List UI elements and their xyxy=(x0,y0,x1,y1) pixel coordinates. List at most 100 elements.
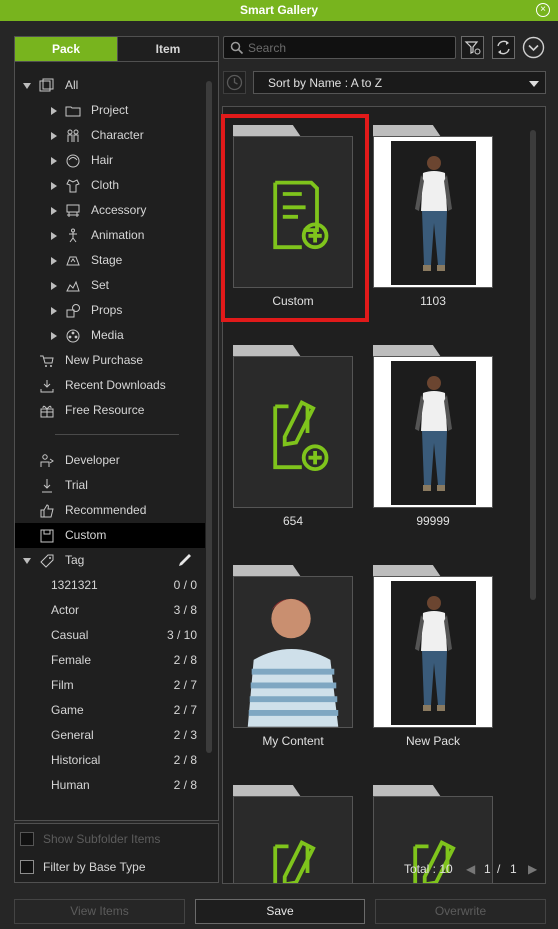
edit-document-icon xyxy=(273,840,316,883)
tag-label: 1321321 xyxy=(51,578,98,592)
cloth-icon xyxy=(66,179,80,193)
tree-item-set[interactable]: Set xyxy=(15,273,205,298)
overwrite-button[interactable]: Overwrite xyxy=(375,899,546,924)
tab-pack[interactable]: Pack xyxy=(15,37,117,61)
tree-item-developer[interactable]: Developer xyxy=(15,448,205,473)
props-icon xyxy=(66,304,80,318)
tag-count: 2 / 3 xyxy=(173,728,197,742)
gallery-item[interactable]: My Content xyxy=(233,565,353,755)
tag-label: Historical xyxy=(51,753,101,767)
search-field[interactable]: Search xyxy=(223,36,456,59)
tree-item-hair[interactable]: Hair xyxy=(15,148,205,173)
tree-item-new-purchase[interactable]: New Purchase xyxy=(15,348,205,373)
expand-arrow-icon[interactable] xyxy=(51,107,57,115)
refresh-button[interactable] xyxy=(492,36,515,59)
tree-item-props[interactable]: Props xyxy=(15,298,205,323)
expand-arrow-icon[interactable] xyxy=(51,207,57,215)
folder-icon xyxy=(65,106,81,117)
tag-count: 3 / 10 xyxy=(166,628,197,642)
tag-count: 2 / 8 xyxy=(173,653,197,667)
item-label: 99999 xyxy=(416,514,450,528)
tree-item-label: Free Resource xyxy=(65,403,145,417)
next-page-icon[interactable]: ▶ xyxy=(528,862,537,876)
search-icon xyxy=(230,41,244,55)
tree-item-label: Props xyxy=(91,303,123,317)
tag-item[interactable]: Actor 3 / 8 xyxy=(15,598,205,623)
edit-tag-icon[interactable] xyxy=(177,552,193,568)
gallery-scrollbar[interactable] xyxy=(530,130,536,600)
custom-icon xyxy=(40,529,54,543)
woman-figure-icon xyxy=(415,156,452,271)
tree-item-recent-downloads[interactable]: Recent Downloads xyxy=(15,373,205,398)
tree-item-stage[interactable]: Stage xyxy=(15,248,205,273)
item-thumbnail xyxy=(373,576,493,728)
expand-arrow-icon[interactable] xyxy=(51,132,57,140)
tree-item-label: Animation xyxy=(91,228,145,242)
gallery-item[interactable]: New Pack xyxy=(373,565,493,755)
trial-icon xyxy=(42,479,52,493)
filter-button[interactable] xyxy=(461,36,484,59)
tag-item[interactable]: Human 2 / 8 xyxy=(15,773,205,798)
tree-item-cloth[interactable]: Cloth xyxy=(15,173,205,198)
character-preview xyxy=(391,141,476,285)
tag-item[interactable]: Historical 2 / 8 xyxy=(15,748,205,773)
tag-item[interactable]: Game 2 / 7 xyxy=(15,698,205,723)
item-thumbnail xyxy=(373,136,493,288)
tag-item[interactable]: Film 2 / 7 xyxy=(15,673,205,698)
page-current: 1 xyxy=(484,862,491,876)
tag-item[interactable]: Female 2 / 8 xyxy=(15,648,205,673)
filter-base-checkbox[interactable] xyxy=(20,860,34,874)
tag-icon xyxy=(40,554,54,568)
prev-page-icon[interactable]: ◀ xyxy=(466,862,475,876)
tab-item[interactable]: Item xyxy=(117,37,218,61)
character-icon xyxy=(67,129,79,142)
tag-item[interactable]: 1321321 0 / 0 xyxy=(15,573,205,598)
expand-arrow-icon[interactable] xyxy=(51,307,57,315)
tree-item-custom[interactable]: Custom xyxy=(15,523,205,548)
tree-item-tag[interactable]: Tag xyxy=(15,548,205,573)
expand-arrow-icon[interactable] xyxy=(51,257,57,265)
gallery-item[interactable]: 1103 xyxy=(373,125,493,315)
tree-item-all[interactable]: All xyxy=(15,73,205,98)
expand-arrow-icon[interactable] xyxy=(51,182,57,190)
expand-arrow-icon[interactable] xyxy=(51,282,57,290)
item-label: 654 xyxy=(282,514,304,528)
expand-arrow-icon[interactable] xyxy=(51,232,57,240)
tree-item-recommended[interactable]: Recommended xyxy=(15,498,205,523)
left-scrollbar[interactable] xyxy=(206,81,212,753)
tree-item-media[interactable]: Media xyxy=(15,323,205,348)
woman-figure-icon xyxy=(415,596,452,711)
man-avatar-icon xyxy=(247,598,339,727)
show-subfolder-checkbox[interactable] xyxy=(20,832,34,846)
sort-dropdown[interactable]: Sort by Name : A to Z xyxy=(253,71,546,94)
tag-label: Actor xyxy=(51,603,80,617)
collapse-arrow-icon[interactable] xyxy=(23,83,31,89)
gallery-item[interactable] xyxy=(233,785,353,883)
tag-count: 2 / 8 xyxy=(173,753,197,767)
history-button[interactable] xyxy=(223,71,246,94)
hair-icon xyxy=(66,154,80,168)
tab-bar: Pack Item xyxy=(15,37,218,62)
tree-item-trial[interactable]: Trial xyxy=(15,473,205,498)
woman-figure-icon xyxy=(415,376,452,491)
tree-item-character[interactable]: Character xyxy=(15,123,205,148)
tree-item-accessory[interactable]: Accessory xyxy=(15,198,205,223)
view-items-button[interactable]: View Items xyxy=(14,899,185,924)
gallery-item[interactable]: 654 xyxy=(233,345,353,535)
close-icon[interactable]: × xyxy=(536,3,550,17)
save-button[interactable]: Save xyxy=(195,899,365,924)
tree-item-project[interactable]: Project xyxy=(15,98,205,123)
gallery-item[interactable]: 99999 xyxy=(373,345,493,535)
item-thumbnail xyxy=(233,356,353,508)
menu-button[interactable] xyxy=(522,36,545,59)
tree-item-animation[interactable]: Animation xyxy=(15,223,205,248)
expand-arrow-icon[interactable] xyxy=(51,332,57,340)
expand-arrow-icon[interactable] xyxy=(51,157,57,165)
total-count: Total : 10 xyxy=(404,862,453,876)
collapse-arrow-icon[interactable] xyxy=(23,558,31,564)
tree-item-free-resource[interactable]: Free Resource xyxy=(15,398,205,423)
filter-icon xyxy=(464,41,481,55)
tree-item-label: Project xyxy=(91,103,129,117)
tag-item[interactable]: General 2 / 3 xyxy=(15,723,205,748)
tag-item[interactable]: Casual 3 / 10 xyxy=(15,623,205,648)
